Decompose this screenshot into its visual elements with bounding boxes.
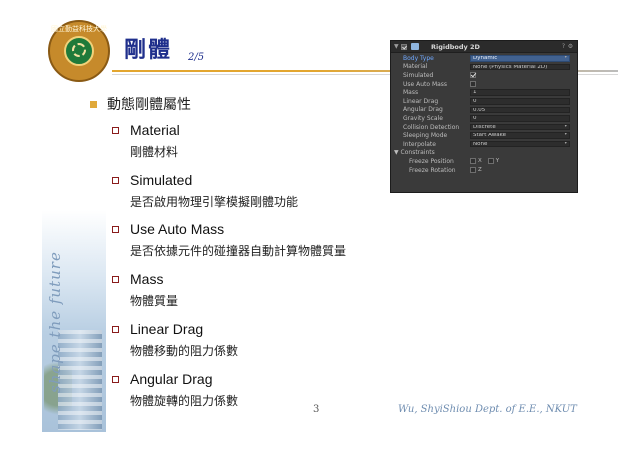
logo-text: 國立勤益科技大學 — [51, 25, 107, 33]
body-type-dropdown[interactable]: Dynamic — [470, 55, 570, 62]
body-type-row: Body Type Dynamic — [391, 54, 577, 63]
rigidbody2d-inspector: ▼ Rigidbody 2D ? ⚙ Body Type Dynamic Mat… — [390, 40, 578, 193]
list-item: Angular Drag 物體旋轉的阻力係數 — [112, 371, 238, 409]
gear-icon[interactable]: ⚙ — [567, 43, 574, 50]
help-icon[interactable]: ? — [560, 43, 567, 50]
hollow-square-bullet-icon — [112, 176, 119, 184]
page-fraction: 2/5 — [188, 52, 205, 63]
item-description: 物體旋轉的阻力係數 — [130, 394, 239, 408]
field-label: Angular Drag — [403, 106, 443, 114]
hollow-square-bullet-icon — [112, 225, 119, 233]
item-description: 剛體材料 — [130, 145, 179, 159]
field-label: Freeze Rotation — [409, 166, 456, 174]
field-label: Gravity Scale — [403, 114, 443, 122]
section-heading-text: 動態剛體屬性 — [107, 97, 191, 113]
field-label: Use Auto Mass — [403, 80, 448, 88]
list-item: Mass 物體質量 — [112, 271, 178, 309]
item-label: Simulated — [130, 172, 193, 188]
field-label: Sleeping Mode — [403, 132, 448, 140]
freeze-position-row: Freeze Position X Y — [391, 157, 577, 166]
axis-label: Y — [495, 158, 500, 165]
field-label: Freeze Position — [409, 157, 454, 165]
gravity-scale-row: Gravity Scale 0 — [391, 114, 577, 123]
field-label: Linear Drag — [403, 97, 439, 105]
list-item: Material 剛體材料 — [112, 122, 180, 160]
author-credit: Wu, ShyiShiou Dept. of E.E., NKUT — [398, 404, 577, 415]
field-label: Mass — [403, 89, 419, 97]
constraints-label: Constraints — [400, 149, 435, 157]
item-label: Linear Drag — [130, 321, 204, 337]
field-label: Material — [403, 63, 428, 71]
item-description: 是否啟用物理引擎模擬剛體功能 — [130, 195, 299, 209]
angular-drag-input[interactable]: 0.05 — [470, 106, 570, 114]
simulated-checkbox[interactable] — [470, 72, 476, 79]
material-object-field[interactable]: None (Physics Material 2D) — [470, 63, 570, 71]
constraints-foldout[interactable]: ▼ Constraints — [391, 149, 473, 156]
field-label: Collision Detection — [403, 123, 460, 131]
interpolate-dropdown[interactable]: None — [470, 140, 570, 148]
item-description: 物體質量 — [130, 294, 179, 308]
tagline: shape the future — [46, 251, 64, 393]
field-label: Simulated — [403, 71, 434, 79]
collision-detection-dropdown[interactable]: Discrete — [470, 123, 570, 131]
list-item: Use Auto Mass 是否依據元件的碰撞器自動計算物體質量 — [112, 221, 346, 259]
rigidbody-icon — [411, 43, 419, 50]
item-label: Use Auto Mass — [130, 221, 225, 237]
use-auto-mass-checkbox[interactable] — [470, 81, 476, 88]
simulated-row: Simulated — [391, 71, 577, 80]
item-label: Angular Drag — [130, 371, 213, 387]
hollow-square-bullet-icon — [112, 325, 119, 333]
gravity-scale-input[interactable]: 0 — [470, 115, 570, 122]
material-row: Material None (Physics Material 2D) — [391, 63, 577, 72]
gear-icon — [72, 43, 86, 57]
slide-title: 剛體 — [124, 37, 173, 63]
item-label: Material — [130, 122, 180, 138]
section-heading: 動態剛體屬性 — [90, 94, 191, 114]
freeze-position-x-checkbox[interactable] — [470, 158, 476, 165]
component-title: Rigidbody 2D — [431, 42, 480, 51]
freeze-rotation-row: Freeze Rotation Z — [391, 166, 577, 175]
hollow-square-bullet-icon — [112, 375, 119, 383]
field-label: Interpolate — [403, 140, 436, 148]
component-header[interactable]: ▼ Rigidbody 2D ? ⚙ — [391, 41, 577, 53]
mass-row: Mass 1 — [391, 88, 577, 97]
use-auto-mass-row: Use Auto Mass — [391, 80, 577, 89]
item-label: Mass — [130, 271, 164, 287]
mass-input[interactable]: 1 — [470, 89, 570, 96]
hollow-square-bullet-icon — [112, 275, 119, 283]
item-description: 是否依據元件的碰撞器自動計算物體質量 — [130, 244, 347, 258]
component-enabled-checkbox[interactable] — [401, 43, 407, 50]
list-item: Simulated 是否啟用物理引擎模擬剛體功能 — [112, 172, 298, 210]
item-description: 物體移動的阻力係數 — [130, 344, 239, 358]
sleeping-mode-dropdown[interactable]: Start Awake — [470, 132, 570, 139]
freeze-position-y-checkbox[interactable] — [487, 158, 494, 165]
page-number: 3 — [313, 404, 320, 415]
triangle-down-icon[interactable]: ▼ — [394, 43, 401, 50]
freeze-rotation-z-checkbox[interactable] — [470, 167, 476, 174]
university-logo: 國立勤益科技大學 — [48, 20, 110, 82]
angular-drag-row: Angular Drag 0.05 — [391, 106, 577, 115]
field-label: Body Type — [403, 54, 434, 62]
axis-label: X — [478, 158, 482, 165]
linear-drag-row: Linear Drag 0 — [391, 97, 577, 106]
hollow-square-bullet-icon — [112, 126, 119, 134]
interpolate-row: Interpolate None — [391, 140, 577, 149]
constraints-row[interactable]: ▼ Constraints — [391, 149, 577, 158]
slide: shape the future 國立勤益科技大學 剛體 2/5 動態剛體屬性 … — [0, 0, 638, 452]
collision-detection-row: Collision Detection Discrete — [391, 123, 577, 132]
sleeping-mode-row: Sleeping Mode Start Awake — [391, 131, 577, 140]
list-item: Linear Drag 物體移動的阻力係數 — [112, 321, 238, 359]
square-bullet-icon — [90, 100, 97, 108]
linear-drag-input[interactable]: 0 — [470, 98, 570, 105]
axis-label: Z — [478, 167, 482, 174]
